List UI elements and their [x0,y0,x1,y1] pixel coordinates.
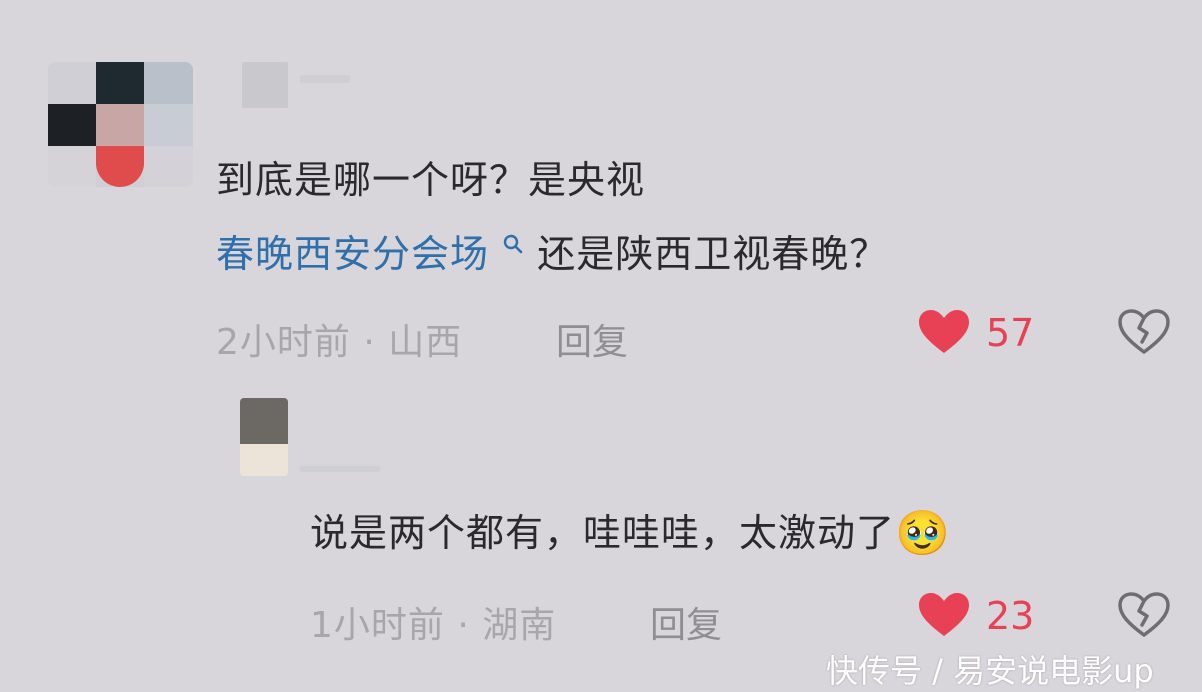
reply-avatar[interactable] [240,398,288,476]
reply-time: 1小时前 [310,605,445,646]
comment-text-line1: 到底是哪一个呀？是央视 [216,158,646,202]
comment-text: 到底是哪一个呀？是央视 [216,155,645,205]
watermark: 快传号 / 易安说电影up [826,652,1154,690]
reply-username-blurred [300,466,380,472]
comment-text-rest: 还是陕西卫视春晚？ [537,232,889,276]
topic-link[interactable]: 春晚西安分会场 [216,232,537,276]
meta-separator: · [350,322,389,363]
broken-heart-icon[interactable] [1118,592,1170,638]
comment-meta: 2小时前 · 山西 [216,313,462,365]
meta-separator: · [444,605,483,646]
comment-location: 山西 [388,322,463,363]
reply-text-body: 说是两个都有，哇哇哇，太激动了 [310,511,896,555]
username-blurred-tail [300,75,350,83]
heart-icon[interactable] [918,309,970,355]
like-count: 23 [986,594,1035,638]
comment-time: 2小时前 [216,322,351,363]
heart-icon[interactable] [918,592,970,638]
reply-text: 说是两个都有，哇哇哇，太激动了🥹 [310,508,951,559]
reply-button[interactable]: 回复 [650,596,722,648]
search-icon [503,234,523,254]
broken-heart-icon[interactable] [1118,309,1170,355]
topic-link-label[interactable]: 春晚西安分会场 [216,232,489,276]
avatar[interactable] [48,62,193,187]
comment-text-line2: 春晚西安分会场 还是陕西卫视春晚？ [216,229,888,279]
reply-location: 湖南 [482,605,557,646]
pleading-face-icon: 🥹 [895,508,951,559]
username-blurred[interactable] [242,62,288,108]
reply-button[interactable]: 回复 [556,313,628,365]
reply-meta: 1小时前 · 湖南 [310,596,556,648]
like-count: 57 [986,311,1035,355]
